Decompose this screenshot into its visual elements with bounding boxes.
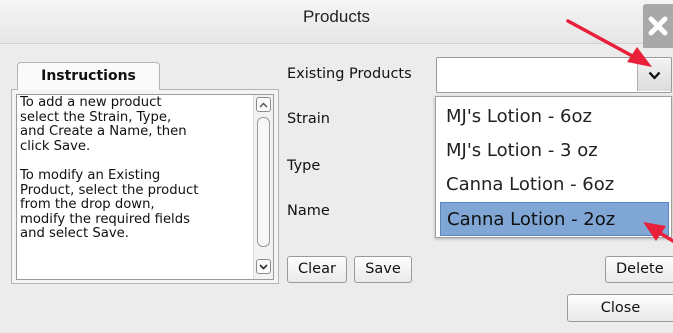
close-x-icon xyxy=(648,16,668,36)
close-window-button[interactable] xyxy=(643,4,673,48)
save-button[interactable]: Save xyxy=(354,256,412,283)
instructions-text: To add a new product select the Strain, … xyxy=(20,95,199,242)
scroll-up-button[interactable] xyxy=(256,97,271,112)
dropdown-option[interactable]: Canna Lotion - 6oz xyxy=(440,168,669,202)
dropdown-option-selected[interactable]: Canna Lotion - 2oz xyxy=(440,202,669,236)
tab-instructions[interactable]: Instructions xyxy=(17,62,160,90)
dropdown-option[interactable]: MJ's Lotion - 6oz xyxy=(440,100,669,134)
existing-products-dropdown-button[interactable] xyxy=(637,59,671,91)
scrollbar-thumb[interactable] xyxy=(257,117,270,247)
dropdown-option[interactable]: MJ's Lotion - 3 oz xyxy=(440,134,669,168)
chevron-down-icon xyxy=(259,263,268,270)
chevron-down-icon xyxy=(648,71,661,79)
instructions-scrollbar[interactable] xyxy=(253,95,273,279)
existing-products-label: Existing Products xyxy=(287,66,412,82)
clear-button[interactable]: Clear xyxy=(287,256,347,283)
delete-button[interactable]: Delete xyxy=(605,256,673,283)
chevron-up-icon xyxy=(259,101,268,108)
window-title: Products xyxy=(302,7,371,26)
name-label: Name xyxy=(287,203,330,219)
strain-label: Strain xyxy=(287,111,330,127)
close-button[interactable]: Close xyxy=(567,294,673,322)
scroll-down-button[interactable] xyxy=(256,259,271,274)
existing-products-dropdown-list[interactable]: MJ's Lotion - 6oz MJ's Lotion - 3 oz Can… xyxy=(435,96,672,238)
instructions-textarea[interactable]: To add a new product select the Strain, … xyxy=(16,94,274,280)
type-label: Type xyxy=(287,158,321,174)
